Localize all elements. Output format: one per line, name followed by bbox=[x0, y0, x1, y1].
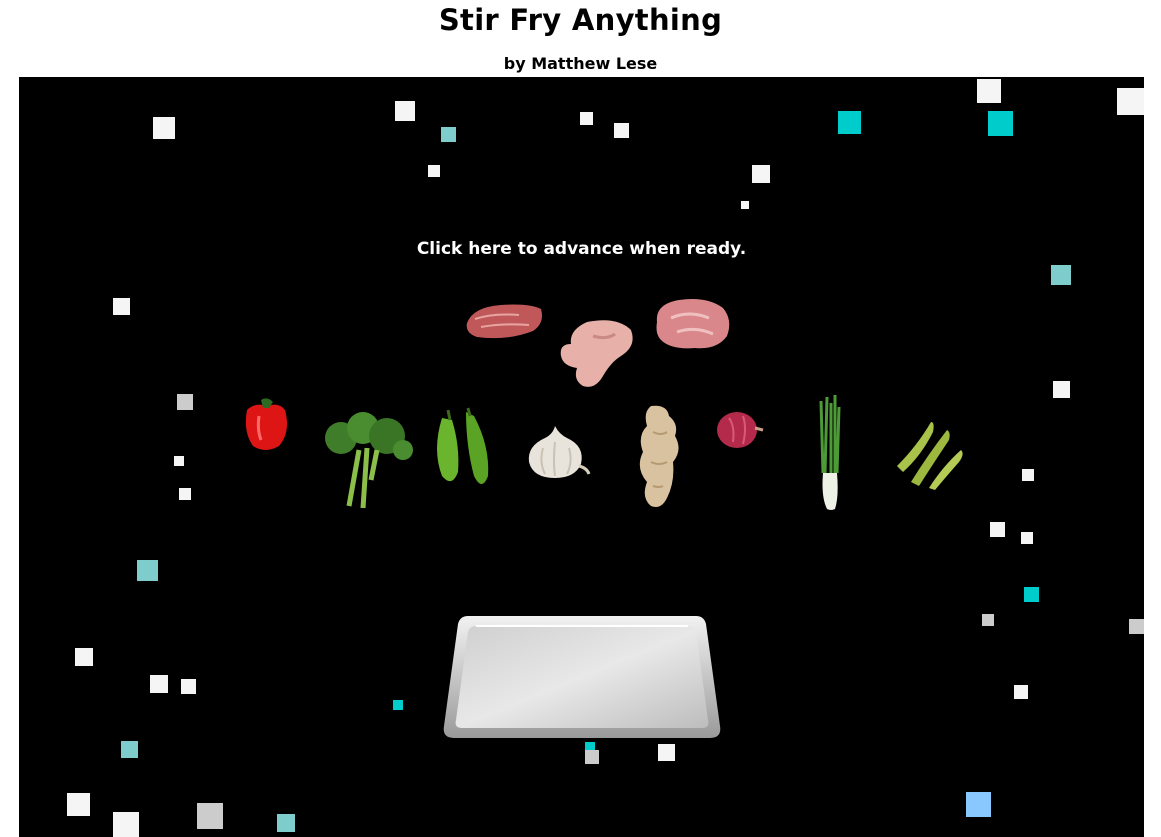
particle-square bbox=[1022, 469, 1034, 481]
particle-square bbox=[113, 298, 130, 315]
particle-square bbox=[428, 165, 440, 177]
advance-button[interactable]: Click here to advance when ready. bbox=[19, 239, 1144, 259]
particle-square bbox=[177, 394, 193, 410]
particle-square bbox=[153, 117, 175, 139]
sheet-pan-icon[interactable] bbox=[442, 614, 722, 742]
particle-square bbox=[174, 456, 184, 466]
particle-square bbox=[982, 614, 994, 626]
snow-peas-icon[interactable] bbox=[891, 416, 967, 492]
particle-square bbox=[181, 679, 196, 694]
broccoli-icon[interactable] bbox=[319, 410, 415, 512]
particle-square bbox=[741, 201, 749, 209]
particle-square bbox=[1014, 685, 1028, 699]
particle-square bbox=[580, 112, 593, 125]
particle-square bbox=[658, 744, 675, 761]
chicken-thigh-icon[interactable] bbox=[557, 316, 641, 392]
particle-square bbox=[585, 750, 599, 764]
particle-square bbox=[1051, 265, 1071, 285]
particle-square bbox=[614, 123, 629, 138]
particle-square bbox=[1117, 88, 1144, 115]
particle-square bbox=[988, 111, 1013, 136]
particle-square bbox=[75, 648, 93, 666]
particle-square bbox=[395, 101, 415, 121]
particle-square bbox=[277, 814, 295, 832]
particle-square bbox=[150, 675, 168, 693]
red-bell-pepper-icon[interactable] bbox=[239, 396, 293, 452]
red-onion-icon[interactable] bbox=[715, 406, 765, 450]
particle-square bbox=[1129, 619, 1144, 634]
particle-square bbox=[990, 522, 1005, 537]
particle-square bbox=[441, 127, 456, 142]
pork-icon[interactable] bbox=[651, 296, 733, 352]
page-byline: by Matthew Lese bbox=[503, 54, 658, 73]
particle-square bbox=[1053, 381, 1070, 398]
green-onion-icon[interactable] bbox=[809, 393, 849, 513]
particle-square bbox=[752, 165, 770, 183]
garlic-icon[interactable] bbox=[525, 422, 591, 480]
particle-square bbox=[197, 803, 223, 829]
ginger-icon[interactable] bbox=[631, 402, 687, 512]
particle-square bbox=[67, 793, 90, 816]
green-chili-peppers-icon[interactable] bbox=[432, 406, 492, 492]
beef-steak-icon[interactable] bbox=[463, 301, 545, 341]
particle-square bbox=[393, 700, 403, 710]
particle-square bbox=[179, 488, 191, 500]
particle-square bbox=[137, 560, 158, 581]
game-stage[interactable]: Click here to advance when ready. bbox=[19, 77, 1144, 837]
particle-square bbox=[113, 812, 139, 837]
particle-square bbox=[838, 111, 861, 134]
page-title: Stir Fry Anything bbox=[438, 3, 723, 37]
particle-square bbox=[977, 79, 1001, 103]
particle-square bbox=[1021, 532, 1033, 544]
particle-square bbox=[121, 741, 138, 758]
particle-square bbox=[1024, 587, 1039, 602]
particle-square bbox=[966, 792, 991, 817]
